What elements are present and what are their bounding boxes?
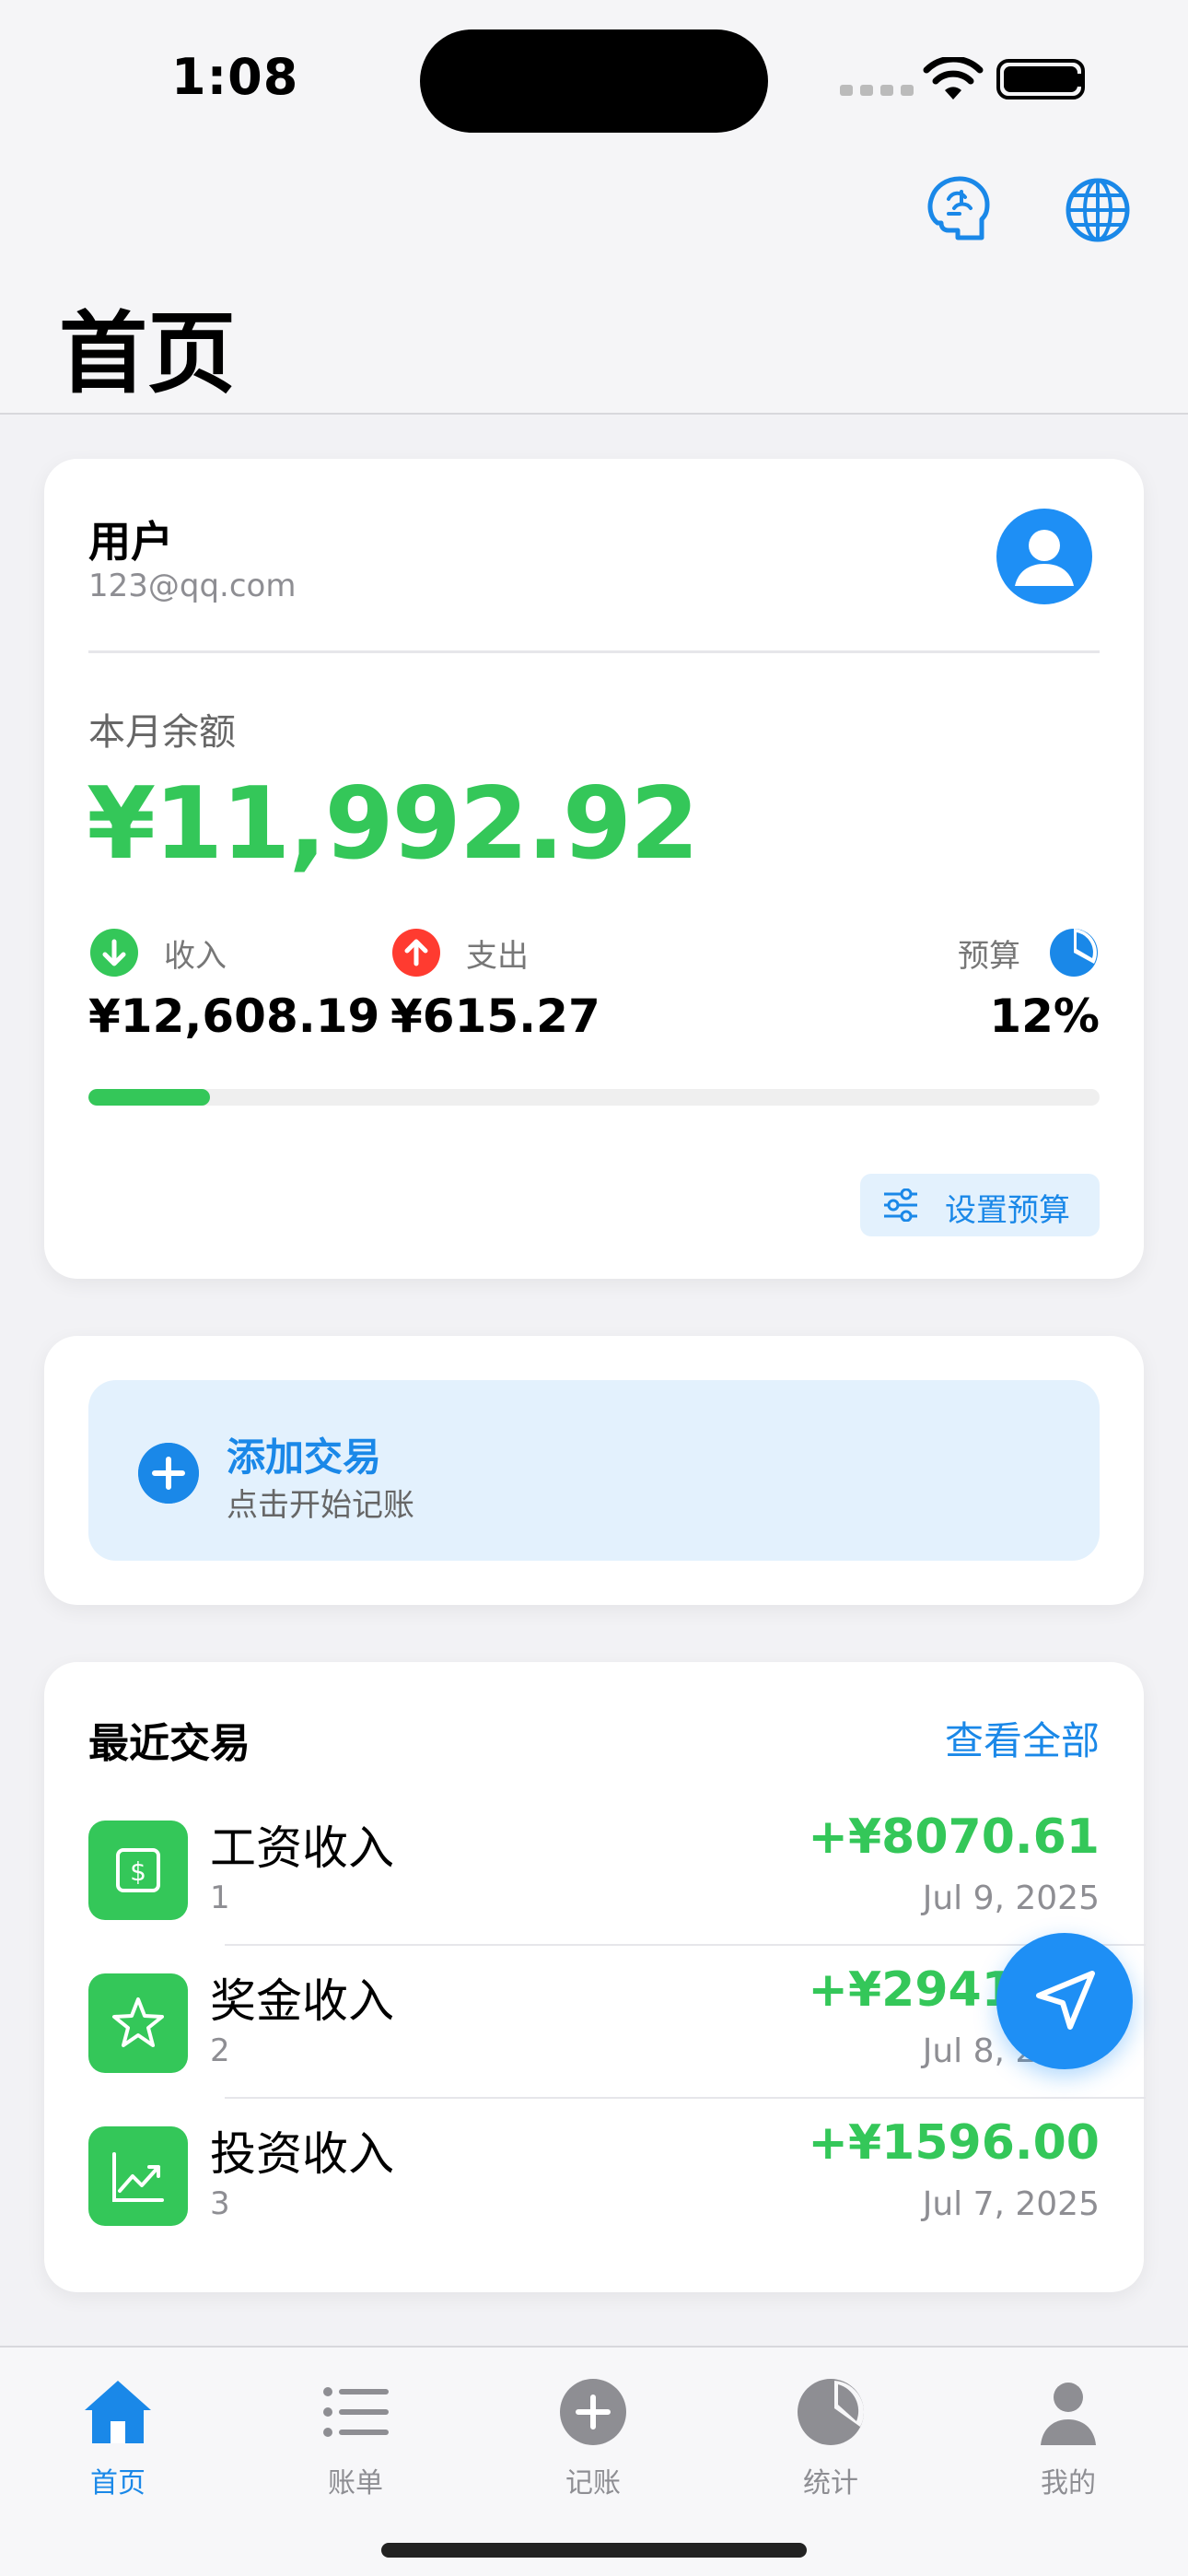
- home-indicator: [381, 2543, 807, 2558]
- star-icon: [88, 1973, 188, 2073]
- view-all-link[interactable]: 查看全部: [945, 1710, 1100, 1766]
- transaction-row[interactable]: 投资收入 3 +¥1596.00 Jul 7, 2025: [88, 2108, 1100, 2259]
- transaction-row[interactable]: 奖金收入 2 +¥2941.23 Jul 8, 2025: [88, 1955, 1100, 2106]
- expense-label: 支出: [466, 938, 529, 975]
- wifi-icon: [923, 57, 984, 100]
- transaction-amount: +¥1596.00: [808, 2115, 1100, 2171]
- tab-stats[interactable]: 统计: [757, 2366, 904, 2504]
- brain-icon[interactable]: [921, 171, 998, 249]
- balance-label: 本月余额: [88, 711, 236, 754]
- status-time: 1:08: [171, 48, 299, 106]
- transaction-name: 奖金收入: [210, 1974, 394, 2028]
- transaction-name: 投资收入: [210, 2127, 394, 2181]
- status-bar: 1:08: [0, 0, 1188, 157]
- income-arrow-icon: [90, 929, 138, 977]
- location-arrow-icon: [1036, 1971, 1095, 2030]
- person-icon: [1041, 2383, 1096, 2445]
- add-transaction-subtitle: 点击开始记账: [227, 1487, 414, 1524]
- sliders-icon: [884, 1188, 917, 1222]
- battery-tip: [1077, 74, 1085, 87]
- transaction-note: 1: [210, 1879, 230, 1916]
- tab-label: 首页: [90, 2467, 146, 2500]
- set-budget-button[interactable]: 设置预算: [860, 1174, 1100, 1236]
- dynamic-island: [420, 29, 768, 133]
- tab-profile[interactable]: 我的: [995, 2366, 1142, 2504]
- avatar-icon[interactable]: [996, 509, 1092, 604]
- budget-progress-bar: [88, 1089, 1100, 1106]
- expense-value: ¥615.27: [390, 989, 600, 1043]
- chart-up-icon: [88, 2126, 188, 2226]
- plus-circle-icon: [138, 1443, 199, 1504]
- recent-transactions-card: 最近交易 查看全部 $ 工资收入 1 +¥8070.61 Jul 9, 2025…: [44, 1662, 1146, 2292]
- tab-label: 我的: [1041, 2467, 1096, 2500]
- page-title: 首页: [59, 302, 236, 405]
- user-email: 123@qq.com: [88, 568, 297, 604]
- pie-chart-icon: [798, 2379, 865, 2445]
- add-transaction-title: 添加交易: [227, 1434, 382, 1480]
- transaction-date: Jul 9, 2025: [922, 1879, 1100, 1917]
- transaction-date: Jul 7, 2025: [922, 2185, 1100, 2223]
- navigate-fab-button[interactable]: [996, 1933, 1133, 2069]
- tab-label: 账单: [328, 2467, 383, 2500]
- plus-circle-icon: [560, 2379, 626, 2445]
- home-icon: [85, 2381, 151, 2443]
- svg-text:$: $: [130, 1856, 146, 1887]
- battery-icon: [996, 59, 1085, 100]
- dollar-icon: $: [88, 1821, 188, 1920]
- pie-chart-icon: [1050, 929, 1098, 977]
- tab-record[interactable]: 记账: [519, 2366, 667, 2504]
- nav-header: 首页: [0, 157, 1188, 415]
- globe-icon[interactable]: [1059, 171, 1136, 249]
- tab-label: 统计: [803, 2467, 858, 2500]
- balance-value: ¥11,992.92: [87, 767, 699, 882]
- budget-label: 预算: [958, 938, 1020, 975]
- row-divider: [225, 2097, 1146, 2099]
- set-budget-label: 设置预算: [945, 1192, 1070, 1229]
- tab-bar: 首页 账单 记账 统计 我的: [0, 2346, 1188, 2576]
- add-transaction-card: 添加交易 点击开始记账: [44, 1336, 1144, 1605]
- income-label: 收入: [164, 938, 227, 975]
- tab-bills[interactable]: 账单: [282, 2366, 429, 2504]
- divider: [88, 650, 1100, 653]
- transaction-note: 2: [210, 2032, 230, 2069]
- transaction-amount: +¥8070.61: [808, 1809, 1100, 1865]
- list-icon: [323, 2387, 389, 2437]
- income-value: ¥12,608.19: [88, 989, 380, 1043]
- transaction-row[interactable]: $ 工资收入 1 +¥8070.61 Jul 9, 2025: [88, 1802, 1100, 1953]
- account-summary-card: 用户 123@qq.com 本月余额 ¥11,992.92 收入 ¥12,608…: [44, 459, 1144, 1279]
- expense-arrow-icon: [392, 929, 440, 977]
- cellular-signal-icon: [840, 85, 914, 96]
- budget-progress-fill: [88, 1089, 210, 1106]
- recent-title: 最近交易: [88, 1720, 250, 1767]
- transaction-note: 3: [210, 2185, 230, 2222]
- tab-home[interactable]: 首页: [44, 2366, 192, 2504]
- user-name: 用户: [88, 517, 173, 567]
- tab-label: 记账: [565, 2467, 621, 2500]
- budget-percent: 12%: [989, 989, 1100, 1043]
- transaction-name: 工资收入: [210, 1821, 394, 1875]
- add-transaction-button[interactable]: 添加交易 点击开始记账: [88, 1380, 1100, 1561]
